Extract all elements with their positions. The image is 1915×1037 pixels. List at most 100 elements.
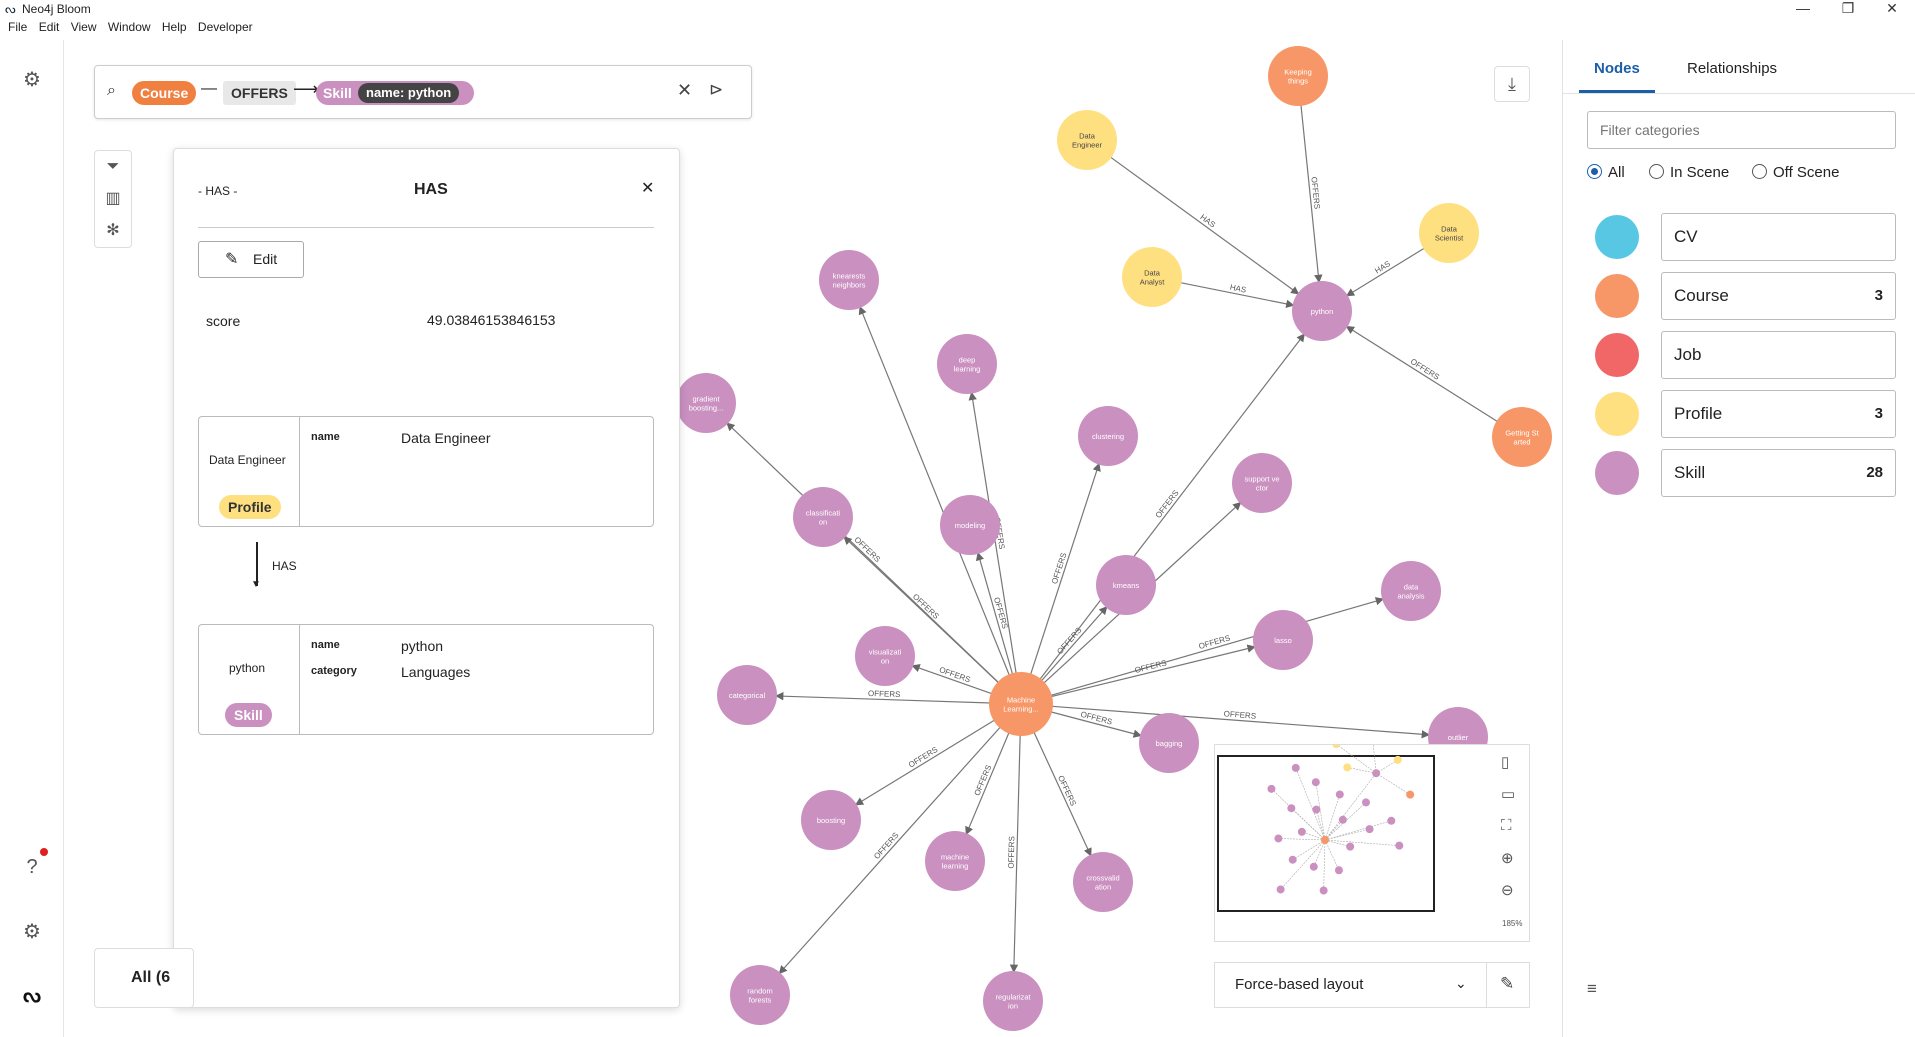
- category-box[interactable]: Course 3: [1661, 272, 1896, 320]
- to-node-caption: python: [229, 661, 266, 675]
- search-pill-skill[interactable]: Skill name: python: [316, 81, 474, 105]
- node-lasso[interactable]: lasso: [1253, 610, 1313, 670]
- category-row-profile[interactable]: Profile 3: [1595, 390, 1905, 438]
- node-cv[interactable]: crossvalidation: [1073, 852, 1133, 912]
- node-clustering[interactable]: clustering: [1078, 406, 1138, 466]
- relationship-getting-python[interactable]: [1345, 325, 1501, 424]
- relationship-ml-dataanalysis[interactable]: [1045, 597, 1385, 698]
- category-box[interactable]: Job: [1661, 331, 1896, 379]
- from-node-card[interactable]: Data Engineer Profile name Data Engineer: [198, 416, 654, 527]
- graph-pattern-icon[interactable]: ✻: [95, 215, 131, 247]
- menu-help[interactable]: Help: [162, 20, 187, 34]
- node-ml[interactable]: MachineLearning...: [989, 672, 1053, 736]
- search-pill-course[interactable]: Course: [132, 81, 197, 105]
- node-caption: analysis: [1397, 592, 1424, 601]
- to-node-card[interactable]: python Skill name python category Langua…: [198, 624, 654, 735]
- radio-in-scene[interactable]: In Scene: [1649, 164, 1729, 181]
- radio-off-scene[interactable]: Off Scene: [1752, 164, 1839, 181]
- node-ds[interactable]: DataScientist: [1419, 203, 1479, 263]
- category-box[interactable]: CV: [1661, 213, 1896, 261]
- zoom-in-icon[interactable]: ⊕: [1501, 849, 1514, 867]
- clear-search-icon[interactable]: ✕: [677, 80, 692, 101]
- node-reg[interactable]: regularization: [983, 971, 1043, 1031]
- category-row-cv[interactable]: CV: [1595, 213, 1905, 261]
- filter-icon[interactable]: ⏷: [95, 151, 131, 183]
- node-da[interactable]: DataAnalyst: [1122, 247, 1182, 307]
- category-row-job[interactable]: Job: [1595, 331, 1905, 379]
- node-de[interactable]: DataEngineer: [1057, 110, 1117, 170]
- chevron-down-icon[interactable]: ⌄: [1455, 975, 1467, 992]
- screenshot-icon[interactable]: ▭: [1501, 785, 1515, 803]
- minimap[interactable]: ▯ ▭ ⛶ ⊕ ⊖ 185%: [1214, 744, 1530, 942]
- edit-button[interactable]: ✎ Edit: [198, 241, 304, 278]
- run-search-icon[interactable]: ⊳: [709, 80, 723, 100]
- node-caption: Machine: [1007, 696, 1035, 705]
- node-deep[interactable]: deeplearning: [937, 334, 997, 394]
- relationship-ds-python[interactable]: [1345, 246, 1428, 297]
- relationship-ml-lasso[interactable]: [1046, 644, 1256, 699]
- chart-icon[interactable]: ▥: [95, 183, 131, 215]
- search-bar[interactable]: ⌕ Course — OFFERS ⟶ Skill name: python ✕…: [94, 65, 752, 119]
- menu-view[interactable]: View: [71, 20, 97, 34]
- category-color-swatch[interactable]: [1595, 215, 1639, 259]
- relationship-ml-cv[interactable]: [1031, 727, 1092, 857]
- minimize-icon[interactable]: —: [1788, 0, 1818, 16]
- filter-categories-input[interactable]: [1587, 111, 1896, 149]
- sort-icon[interactable]: ≡: [1587, 979, 1597, 999]
- relationship-ml-modeling[interactable]: [975, 551, 1015, 680]
- node-classif[interactable]: classification: [793, 487, 853, 547]
- node-dataanalysis[interactable]: dataanalysis: [1381, 561, 1441, 621]
- category-box[interactable]: Skill 28: [1661, 449, 1896, 497]
- perspective-sliders-icon[interactable]: ⚙: [18, 66, 46, 94]
- node-gb[interactable]: gradientboosting...: [676, 373, 736, 433]
- category-color-swatch[interactable]: [1595, 274, 1639, 318]
- category-row-skill[interactable]: Skill 28: [1595, 449, 1905, 497]
- node-knn[interactable]: knearestsneighbors: [819, 250, 879, 310]
- close-window-icon[interactable]: ✕: [1877, 0, 1907, 17]
- edit-layout-icon[interactable]: ✎: [1500, 974, 1514, 994]
- map-icon[interactable]: ▯: [1501, 753, 1509, 771]
- category-box[interactable]: Profile 3: [1661, 390, 1896, 438]
- minimap-node: [1343, 763, 1352, 772]
- category-row-course[interactable]: Course 3: [1595, 272, 1905, 320]
- node-python[interactable]: python: [1292, 281, 1352, 341]
- minimap-node: [1387, 816, 1396, 825]
- property-value: 49.03846153846153: [427, 312, 556, 328]
- maximize-icon[interactable]: ❐: [1833, 0, 1863, 17]
- node-viz[interactable]: visualization: [855, 626, 915, 686]
- layout-selector[interactable]: Force-based layout ⌄ ✎: [1214, 962, 1530, 1008]
- neo4j-logo-icon[interactable]: ᔓ: [18, 982, 46, 1010]
- search-pill-offers[interactable]: OFFERS: [223, 81, 296, 105]
- menu-developer[interactable]: Developer: [198, 20, 253, 34]
- download-icon[interactable]: ⤓: [1494, 66, 1530, 102]
- tab-nodes[interactable]: Nodes: [1594, 60, 1640, 77]
- skill-filter-chip[interactable]: name: python: [358, 83, 460, 103]
- menu-file[interactable]: File: [8, 20, 27, 34]
- node-categorical[interactable]: categorical: [717, 665, 777, 725]
- node-getting[interactable]: Getting Started: [1492, 407, 1552, 467]
- node-modeling[interactable]: modeling: [940, 495, 1000, 555]
- node-kmeans[interactable]: kmeans: [1096, 555, 1156, 615]
- node-svm[interactable]: support vector: [1232, 453, 1292, 513]
- node-boosting[interactable]: boosting: [801, 790, 861, 850]
- fit-screen-icon[interactable]: ⛶: [1501, 817, 1512, 834]
- menu-bar: File Edit View Window Help Developer: [0, 20, 253, 40]
- settings-icon[interactable]: ⚙: [18, 918, 46, 946]
- close-inspector-icon[interactable]: ✕: [641, 178, 654, 198]
- relationship-ml-mlskill[interactable]: [965, 727, 1012, 836]
- results-tab[interactable]: All (6: [94, 948, 194, 1008]
- node-keeping[interactable]: Keepingthings: [1268, 46, 1328, 106]
- menu-edit[interactable]: Edit: [39, 20, 60, 34]
- tab-relationships[interactable]: Relationships: [1687, 60, 1777, 77]
- menu-window[interactable]: Window: [108, 20, 151, 34]
- node-bagging[interactable]: bagging: [1139, 713, 1199, 773]
- zoom-out-icon[interactable]: ⊖: [1501, 881, 1514, 899]
- category-color-swatch[interactable]: [1595, 451, 1639, 495]
- category-color-swatch[interactable]: [1595, 392, 1639, 436]
- help-icon[interactable]: ?: [18, 853, 46, 881]
- radio-all[interactable]: All: [1587, 164, 1625, 181]
- node-rf[interactable]: randomforests: [730, 965, 790, 1025]
- category-color-swatch[interactable]: [1595, 333, 1639, 377]
- minimap-node: [1267, 784, 1276, 793]
- node-mlskill[interactable]: machinelearning: [925, 831, 985, 891]
